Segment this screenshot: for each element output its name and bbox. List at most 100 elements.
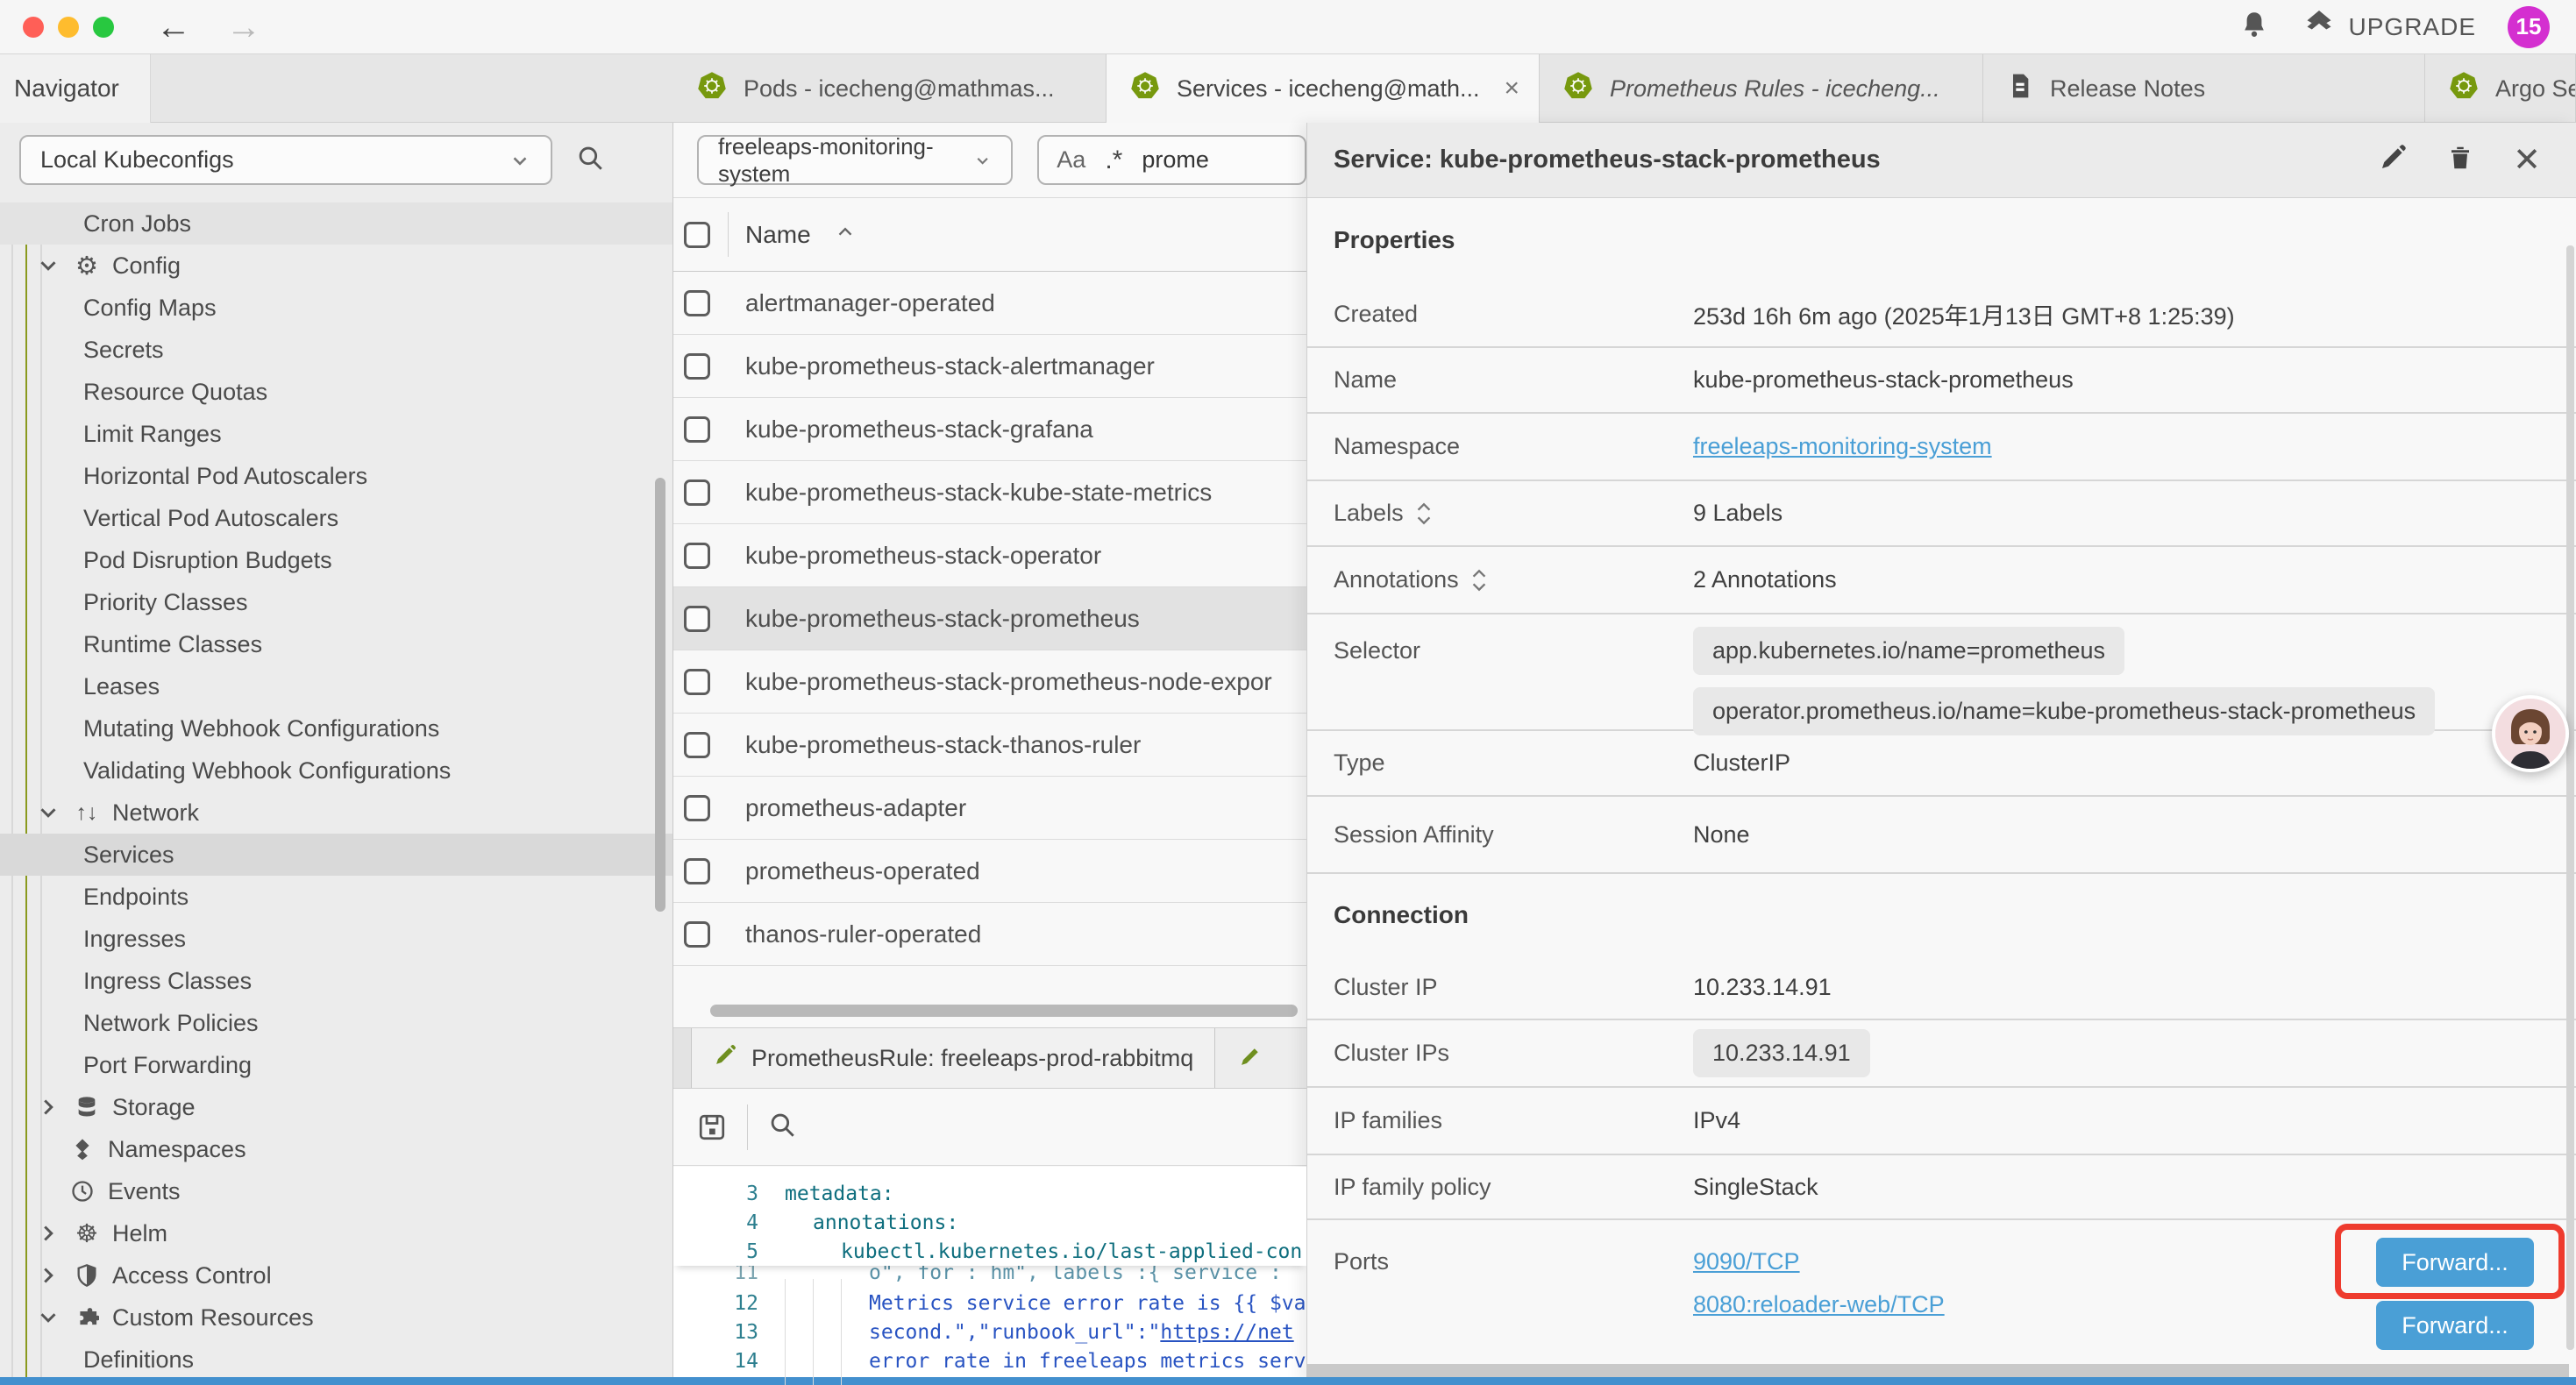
forward-port-button[interactable]: Forward...: [2376, 1301, 2534, 1350]
trash-icon[interactable]: [2446, 143, 2474, 177]
row-checkbox[interactable]: [684, 416, 710, 443]
table-row[interactable]: kube-prometheus-stack-grafana: [673, 398, 1306, 461]
upgrade-chevrons-icon: [2302, 8, 2337, 46]
property-value: IPv4: [1693, 1107, 1740, 1134]
namespace-dropdown[interactable]: freeleaps-monitoring-system: [697, 135, 1013, 185]
notification-badge[interactable]: 15: [2508, 6, 2550, 48]
property-row-namespace: Namespace freeleaps-monitoring-system: [1307, 414, 2576, 481]
sidebar-item-pod-disruption-budgets[interactable]: Pod Disruption Budgets: [0, 539, 672, 581]
row-checkbox[interactable]: [684, 290, 710, 316]
minimize-window-button[interactable]: [58, 17, 79, 38]
sidebar-item-network-policies[interactable]: Network Policies: [0, 1002, 672, 1044]
sidebar-group-custom-resources[interactable]: Custom Resources: [0, 1296, 672, 1339]
sidebar-group-access-control[interactable]: Access Control: [0, 1254, 672, 1296]
row-checkbox[interactable]: [684, 479, 710, 506]
table-row[interactable]: prometheus-operated: [673, 840, 1306, 903]
sidebar-item-endpoints[interactable]: Endpoints: [0, 876, 672, 918]
editor-search-icon[interactable]: [767, 1110, 797, 1144]
sidebar-item-services[interactable]: Services: [0, 834, 672, 876]
close-tab-icon[interactable]: ×: [1505, 74, 1520, 103]
sidebar-item-cron-jobs[interactable]: Cron Jobs: [0, 202, 672, 245]
sort-ascending-icon[interactable]: [834, 221, 857, 248]
table-row[interactable]: prometheus-adapter: [673, 777, 1306, 840]
horizontal-scrollbar[interactable]: [710, 1005, 1298, 1017]
sidebar-item-priority-classes[interactable]: Priority Classes: [0, 581, 672, 623]
regex-toggle[interactable]: .*: [1105, 146, 1122, 175]
sidebar-item-events[interactable]: Events: [0, 1170, 672, 1212]
sidebar-item-limit-ranges[interactable]: Limit Ranges: [0, 413, 672, 455]
upgrade-button[interactable]: UPGRADE: [2302, 8, 2476, 46]
table-row[interactable]: thanos-ruler-operated: [673, 903, 1306, 966]
table-row[interactable]: kube-prometheus-stack-operator: [673, 524, 1306, 587]
table-row[interactable]: kube-prometheus-stack-prometheus-node-ex…: [673, 650, 1306, 714]
detail-scrollbar[interactable]: [2566, 245, 2574, 1350]
sidebar-item-mutating-webhook-configurations[interactable]: Mutating Webhook Configurations: [0, 707, 672, 749]
tab-release-notes[interactable]: Release Notes: [1983, 54, 2425, 123]
row-checkbox[interactable]: [684, 669, 710, 695]
sidebar-item-ingresses[interactable]: Ingresses: [0, 918, 672, 960]
match-case-toggle[interactable]: Aa: [1057, 146, 1085, 174]
row-checkbox[interactable]: [684, 858, 710, 884]
table-row[interactable]: kube-prometheus-stack-kube-state-metrics: [673, 461, 1306, 524]
sidebar-item-validating-webhook-configurations[interactable]: Validating Webhook Configurations: [0, 749, 672, 792]
sidebar-item-secrets[interactable]: Secrets: [0, 329, 672, 371]
editor-tab-partial[interactable]: [1215, 1028, 1306, 1088]
gear-icon: ⚙: [73, 252, 101, 280]
sidebar-item-definitions[interactable]: Definitions: [0, 1339, 672, 1381]
table-row-selected[interactable]: kube-prometheus-stack-prometheus: [673, 587, 1306, 650]
tab-argo[interactable]: Argo Se: [2425, 54, 2576, 123]
row-checkbox[interactable]: [684, 732, 710, 758]
save-icon[interactable]: [696, 1112, 728, 1143]
sidebar-group-helm[interactable]: ☸ Helm: [0, 1212, 672, 1254]
sidebar-item-namespaces[interactable]: Namespaces: [0, 1128, 672, 1170]
tab-pods[interactable]: Pods - icecheng@mathmas...: [673, 54, 1107, 123]
table-search-input[interactable]: Aa .* prome: [1037, 135, 1306, 185]
kubeconfig-dropdown[interactable]: Local Kubeconfigs: [19, 135, 552, 185]
expand-updown-icon[interactable]: [1469, 567, 1489, 593]
detail-horizontal-scrollbar[interactable]: [1306, 1364, 2569, 1377]
sidebar-item-config-maps[interactable]: Config Maps: [0, 287, 672, 329]
sidebar-item-leases[interactable]: Leases: [0, 665, 672, 707]
code-link[interactable]: https://net: [1160, 1321, 1293, 1344]
expand-updown-icon[interactable]: [1414, 501, 1434, 527]
close-icon[interactable]: ✕: [2513, 144, 2541, 177]
bell-icon[interactable]: [2238, 9, 2270, 45]
zoom-window-button[interactable]: [93, 17, 114, 38]
close-window-button[interactable]: [23, 17, 44, 38]
sidebar-group-network[interactable]: ↑↓ Network: [0, 792, 672, 834]
yaml-editor[interactable]: 3metadata: 4annotations: 5kubectl.kubern…: [673, 1167, 1306, 1385]
table-row[interactable]: kube-prometheus-stack-thanos-ruler: [673, 714, 1306, 777]
editor-tab-prometheusrule[interactable]: PrometheusRule: freeleaps-prod-rabbitmq: [691, 1028, 1215, 1088]
edit-pencil-icon[interactable]: [2378, 143, 2408, 177]
search-icon[interactable]: [575, 143, 605, 177]
avatar[interactable]: [2492, 695, 2569, 772]
port-link-9090[interactable]: 9090/TCP: [1693, 1248, 1800, 1275]
row-checkbox[interactable]: [684, 543, 710, 569]
namespace-link[interactable]: freeleaps-monitoring-system: [1693, 433, 1992, 460]
row-checkbox[interactable]: [684, 353, 710, 380]
navigator-panel-tab[interactable]: Navigator: [0, 54, 151, 123]
port-link-8080[interactable]: 8080:reloader-web/TCP: [1693, 1291, 1945, 1318]
tab-prometheus-rules[interactable]: Prometheus Rules - icecheng...: [1540, 54, 1983, 123]
row-checkbox[interactable]: [684, 921, 710, 948]
row-checkbox[interactable]: [684, 795, 710, 821]
sidebar-item-port-forwarding[interactable]: Port Forwarding: [0, 1044, 672, 1086]
table-row[interactable]: alertmanager-operated: [673, 272, 1306, 335]
tab-services[interactable]: Services - icecheng@math... ×: [1107, 54, 1540, 123]
row-checkbox[interactable]: [684, 606, 710, 632]
helm-wheel-icon: ☸: [73, 1219, 101, 1247]
sidebar-scrollbar[interactable]: [655, 478, 665, 912]
sidebar-item-runtime-classes[interactable]: Runtime Classes: [0, 623, 672, 665]
name-column-header[interactable]: Name: [745, 221, 811, 249]
sidebar-item-resource-quotas[interactable]: Resource Quotas: [0, 371, 672, 413]
sidebar-item-vertical-pod-autoscalers[interactable]: Vertical Pod Autoscalers: [0, 497, 672, 539]
chevron-down-icon: [35, 1304, 61, 1331]
back-icon[interactable]: ←: [156, 10, 191, 45]
sidebar-group-config[interactable]: ⚙ Config: [0, 245, 672, 287]
sidebar-item-horizontal-pod-autoscalers[interactable]: Horizontal Pod Autoscalers: [0, 455, 672, 497]
sidebar-item-ingress-classes[interactable]: Ingress Classes: [0, 960, 672, 1002]
select-all-checkbox[interactable]: [684, 222, 710, 248]
forward-icon[interactable]: →: [226, 10, 261, 45]
sidebar-group-storage[interactable]: Storage: [0, 1086, 672, 1128]
table-row[interactable]: kube-prometheus-stack-alertmanager: [673, 335, 1306, 398]
